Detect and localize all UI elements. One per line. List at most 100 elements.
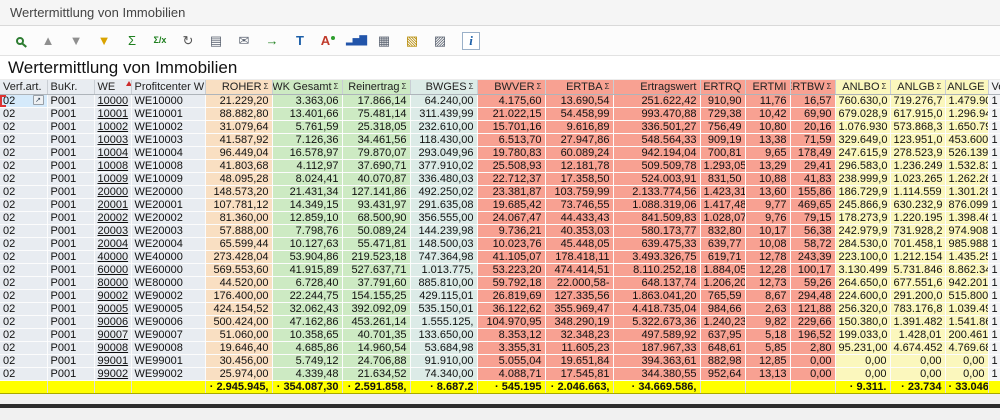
cell-roher[interactable]: 273.428,04	[205, 250, 272, 263]
cell-anlgb[interactable]: 677.551,6	[890, 276, 945, 289]
cell-rein[interactable]: 127.141,86	[342, 185, 410, 198]
cell-ertmi[interactable]: 10,17	[745, 224, 790, 237]
cell-ertrq[interactable]: 910,90	[700, 94, 745, 107]
cell-ertmi[interactable]: 12,73	[745, 276, 790, 289]
cell-bukr[interactable]: P001	[47, 224, 94, 237]
cell-bwges[interactable]: 293.049,96	[410, 146, 477, 159]
cell-pc[interactable]: WE90002	[131, 289, 205, 302]
filter-icon[interactable]: ▼	[90, 30, 118, 52]
cell-ertragswert[interactable]: 3.493.326,75	[613, 250, 700, 263]
column-header-anlge[interactable]: ANLGE	[945, 80, 988, 94]
cell-bwges[interactable]: 492.250,02	[410, 185, 477, 198]
cell-ertmi[interactable]: 10,80	[745, 120, 790, 133]
cell-ertmi[interactable]: 12,28	[745, 263, 790, 276]
cell-bukr[interactable]: P001	[47, 367, 94, 380]
cell-we[interactable]: 90006	[94, 315, 131, 328]
cell-ertmi[interactable]: 2,63	[745, 302, 790, 315]
column-header-rein[interactable]: ReinertragΣ	[342, 80, 410, 94]
cell-bwges[interactable]: 429.115,01	[410, 289, 477, 302]
cell-anlge[interactable]: 1.650.798	[945, 120, 988, 133]
cell-anlgb[interactable]: 5.731.846	[890, 263, 945, 276]
cell-anlge[interactable]: 0,00	[945, 354, 988, 367]
cell-pc[interactable]: WE80000	[131, 276, 205, 289]
cell-bwges[interactable]: 291.635,08	[410, 198, 477, 211]
cell-pc[interactable]: WE10000	[131, 94, 205, 107]
cell-bwges[interactable]: 356.555,00	[410, 211, 477, 224]
cell-ertbw[interactable]: 59,26	[790, 276, 835, 289]
cell-ertba[interactable]: 17.545,81	[545, 367, 613, 380]
column-header-bukr[interactable]: BuKr.	[47, 80, 94, 94]
cell-ertragswert[interactable]: 841.509,83	[613, 211, 700, 224]
cell-bwges[interactable]: 74.340,00	[410, 367, 477, 380]
cell-rein[interactable]: 40.070,87	[342, 172, 410, 185]
cell-ertrq[interactable]: 1.884,05	[700, 263, 745, 276]
cell-bukr[interactable]: P001	[47, 328, 94, 341]
cell-ver[interactable]: 1	[988, 250, 1000, 263]
cell-rein[interactable]: 21.634,52	[342, 367, 410, 380]
word-processing-icon[interactable]: T	[286, 30, 314, 52]
cell-ertragswert[interactable]: 648.137,74	[613, 276, 700, 289]
cell-pc[interactable]: WE20001	[131, 198, 205, 211]
cell-roher[interactable]: 57.888,00	[205, 224, 272, 237]
cell-roher[interactable]: 48.095,28	[205, 172, 272, 185]
cell-pc[interactable]: WE10001	[131, 107, 205, 120]
cell-ertba[interactable]: 22.000,58-	[545, 276, 613, 289]
cell-ertmi[interactable]: 10,08	[745, 237, 790, 250]
cell-anlgb[interactable]: 783.176,8	[890, 302, 945, 315]
cell-ertbw[interactable]: 56,38	[790, 224, 835, 237]
cell-ertrq[interactable]: 648,61	[700, 341, 745, 354]
column-header-anlgb[interactable]: ANLGBΣ	[890, 80, 945, 94]
cell-ertragswert[interactable]: 993.470,88	[613, 107, 700, 120]
cell-rein[interactable]: 75.481,14	[342, 107, 410, 120]
cell-ertba[interactable]: 12.181,78	[545, 159, 613, 172]
cell-ertbw[interactable]: 294,48	[790, 289, 835, 302]
cell-we[interactable]: 90002	[94, 289, 131, 302]
cell-we[interactable]: 20000	[94, 185, 131, 198]
cell-bwk[interactable]: 41.915,89	[272, 263, 342, 276]
cell-bwges[interactable]: 144.239,98	[410, 224, 477, 237]
cell-bwk[interactable]: 14.349,15	[272, 198, 342, 211]
cell-ertmi[interactable]: 5,18	[745, 328, 790, 341]
cell-anlgb[interactable]: 719.276,7	[890, 94, 945, 107]
cell-bukr[interactable]: P001	[47, 276, 94, 289]
cell-we[interactable]: 10003	[94, 133, 131, 146]
mail-recipient-icon[interactable]: ✉	[230, 30, 258, 52]
cell-verf[interactable]: 02	[0, 146, 47, 159]
cell-rein[interactable]: 34.461,56	[342, 133, 410, 146]
cell-anlgb[interactable]: 1.428,01	[890, 328, 945, 341]
sort-descending-icon[interactable]: ▼	[62, 30, 90, 52]
cell-verf[interactable]: 02	[0, 185, 47, 198]
cell-bwges[interactable]: 336.480,03	[410, 172, 477, 185]
cell-bukr[interactable]: P001	[47, 94, 94, 107]
cell-verf[interactable]: 02	[0, 120, 47, 133]
cell-anlbo[interactable]: 245.866,9	[835, 198, 890, 211]
cell-ver[interactable]: 1	[988, 367, 1000, 380]
cell-anlbo[interactable]: 186.729,9	[835, 185, 890, 198]
cell-ertbw[interactable]: 58,72	[790, 237, 835, 250]
cell-anlbo[interactable]: 247.615,9	[835, 146, 890, 159]
cell-bwges[interactable]: 118.430,00	[410, 133, 477, 146]
cell-we[interactable]: 90005	[94, 302, 131, 315]
cell-ertba[interactable]: 40.353,03	[545, 224, 613, 237]
cell-bukr[interactable]: P001	[47, 185, 94, 198]
cell-ertba[interactable]: 19.651,84	[545, 354, 613, 367]
cell-ertbw[interactable]: 0,00	[790, 367, 835, 380]
cell-ver[interactable]: 1	[988, 302, 1000, 315]
cell-ver[interactable]: 1	[988, 263, 1000, 276]
column-header-ver[interactable]: Ver	[988, 80, 1000, 94]
cell-ertrq[interactable]: 639,77	[700, 237, 745, 250]
cell-pc[interactable]: WE20003	[131, 224, 205, 237]
cell-we[interactable]: 20002	[94, 211, 131, 224]
cell-anlbo[interactable]: 256.320,0	[835, 302, 890, 315]
cell-anlge[interactable]: 200.461,0	[945, 328, 988, 341]
cell-anlbo[interactable]: 150.380,0	[835, 315, 890, 328]
cell-ertba[interactable]: 73.746,55	[545, 198, 613, 211]
cell-bukr[interactable]: P001	[47, 315, 94, 328]
cell-rein[interactable]: 50.089,24	[342, 224, 410, 237]
cell-bwk[interactable]: 4.112,97	[272, 159, 342, 172]
cell-ertrq[interactable]: 1.417,48	[700, 198, 745, 211]
cell-bwver[interactable]: 8.353,12	[477, 328, 545, 341]
cell-ver[interactable]: 1	[988, 224, 1000, 237]
cell-bwver[interactable]: 53.223,20	[477, 263, 545, 276]
cell-bwges[interactable]: 53.684,98	[410, 341, 477, 354]
